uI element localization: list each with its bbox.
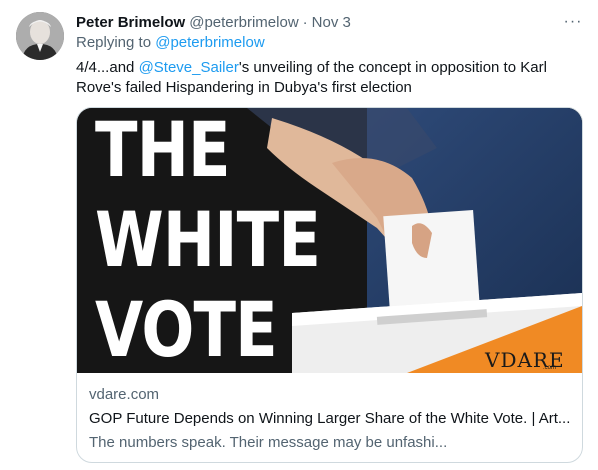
card-meta[interactable]: vdare.com GOP Future Depends on Winning … [89, 385, 571, 453]
tweet-text: 4/4...and @Steve_Sailer's unveiling of t… [76, 58, 584, 98]
replying-prefix: Replying to [76, 34, 152, 51]
tweet-date[interactable]: Nov 3 [312, 14, 351, 31]
author-handle[interactable]: @peterbrimelow [189, 14, 298, 31]
link-card[interactable]: THE WHITE VOTE VDARE .com vdare.com GOP … [76, 107, 583, 463]
card-description: The numbers speak. Their message may be … [89, 434, 448, 451]
author-name[interactable]: Peter Brimelow [76, 14, 185, 31]
image-headline-line-1: THE [95, 108, 231, 194]
mention-link[interactable]: @Steve_Sailer [139, 59, 239, 76]
header-separator: · [302, 13, 308, 31]
more-options-icon[interactable]: ··· [562, 12, 584, 32]
image-headline-line-2: WHITE [95, 195, 321, 284]
tweet[interactable]: Peter Brimelow @peterbrimelow · Nov 3 ··… [0, 0, 598, 470]
replying-handle-link[interactable]: @peterbrimelow [155, 34, 264, 51]
card-image[interactable]: THE WHITE VOTE VDARE .com [77, 108, 582, 373]
vdare-logo-suffix: .com [543, 365, 557, 371]
tweet-header: Peter Brimelow @peterbrimelow · Nov 3 [76, 12, 351, 32]
image-headline-line-3: VOTE [95, 285, 278, 373]
card-domain: vdare.com [89, 386, 160, 403]
avatar[interactable] [16, 12, 64, 60]
card-title[interactable]: GOP Future Depends on Winning Larger Sha… [89, 409, 571, 429]
replying-to: Replying to @peterbrimelow [76, 34, 265, 51]
tweet-text-start: 4/4...and [76, 59, 139, 76]
